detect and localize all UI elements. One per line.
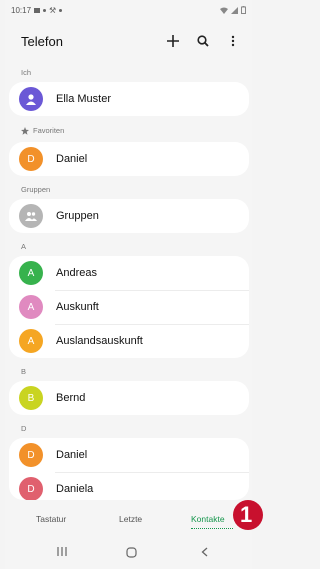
- status-notification-icons: ⚒: [34, 5, 63, 15]
- system-nav-bar: [5, 540, 252, 569]
- group-icon: [25, 212, 37, 221]
- contact-row-bernd[interactable]: B Bernd: [9, 381, 249, 415]
- back-icon[interactable]: [201, 547, 208, 560]
- recents-icon[interactable]: [57, 547, 67, 559]
- signal-icon: [231, 6, 238, 14]
- avatar: [19, 204, 43, 228]
- contact-name: Bernd: [56, 392, 86, 404]
- avatar: A: [19, 329, 43, 353]
- contact-name: Andreas: [56, 267, 97, 279]
- contact-row-fav-daniel[interactable]: D Daniel: [9, 142, 249, 176]
- contact-row-auslandsauskunft[interactable]: A Auslandsauskunft: [9, 324, 249, 358]
- contact-row-daniela[interactable]: D Daniela: [9, 472, 249, 500]
- status-system-icons: [220, 6, 246, 14]
- avatar: B: [19, 386, 43, 410]
- contact-name: Daniel: [56, 449, 88, 461]
- contact-name: Gruppen: [56, 210, 99, 222]
- avatar: D: [19, 477, 43, 500]
- dot-icon: [59, 8, 63, 12]
- active-tab-indicator: [191, 528, 233, 529]
- bottom-tab-bar: Tastatur Letzte Kontakte: [5, 508, 252, 532]
- status-bar: 10:17 ⚒: [5, 0, 252, 20]
- contact-name: Auskunft: [56, 301, 99, 313]
- contact-name: Auslandsauskunft: [56, 335, 143, 347]
- tools-icon: ⚒: [49, 5, 57, 15]
- header-actions: [166, 34, 240, 48]
- section-label-groups: Gruppen: [21, 185, 51, 194]
- settings-icon: [43, 8, 47, 12]
- contact-row-andreas[interactable]: A Andreas: [9, 256, 249, 290]
- section-label-d: D: [21, 424, 27, 433]
- gallery-icon: [34, 7, 41, 13]
- card-favorites: D Daniel: [9, 142, 249, 176]
- callout-badge: 1: [233, 500, 263, 530]
- card-me: Ella Muster: [9, 82, 249, 116]
- card-groups: Gruppen: [9, 199, 249, 233]
- star-icon: [21, 126, 29, 135]
- avatar: [19, 87, 43, 111]
- avatar: A: [19, 295, 43, 319]
- avatar: A: [19, 261, 43, 285]
- wifi-icon: [220, 7, 228, 14]
- contact-name: Ella Muster: [56, 93, 112, 105]
- more-icon[interactable]: [226, 34, 240, 48]
- contact-row-daniel[interactable]: D Daniel: [9, 438, 249, 472]
- section-label-favorites-text: Favoriten: [33, 126, 65, 135]
- tab-keypad[interactable]: Tastatur: [36, 514, 66, 524]
- phone-screen: 10:17 ⚒ Telefon Ich Ella Muster Favorite…: [5, 0, 252, 569]
- tab-contacts[interactable]: Kontakte: [191, 514, 225, 524]
- contact-row-auskunft[interactable]: A Auskunft: [9, 290, 249, 324]
- avatar: D: [19, 147, 43, 171]
- section-label-favorites: Favoriten: [21, 126, 64, 135]
- card-b: B Bernd: [9, 381, 249, 415]
- battery-icon: [241, 6, 246, 14]
- section-label-a: A: [21, 242, 27, 251]
- contact-row-me[interactable]: Ella Muster: [9, 82, 249, 116]
- search-icon[interactable]: [196, 34, 210, 48]
- plus-icon[interactable]: [166, 34, 180, 48]
- contact-name: Daniela: [56, 483, 94, 495]
- card-a: A Andreas A Auskunft A Auslandsauskunft: [9, 256, 249, 358]
- status-time: 10:17: [11, 5, 32, 15]
- avatar: D: [19, 443, 43, 467]
- section-label-b: B: [21, 367, 27, 376]
- section-label-me: Ich: [21, 68, 32, 77]
- contact-name: Daniel: [56, 153, 88, 165]
- tab-recent[interactable]: Letzte: [119, 514, 142, 524]
- app-header: Telefon: [5, 26, 252, 56]
- page-title: Telefon: [21, 33, 63, 49]
- person-icon: [26, 94, 36, 105]
- contact-row-groups[interactable]: Gruppen: [9, 199, 249, 233]
- home-icon[interactable]: [126, 547, 137, 561]
- card-d: D Daniel D Daniela: [9, 438, 249, 500]
